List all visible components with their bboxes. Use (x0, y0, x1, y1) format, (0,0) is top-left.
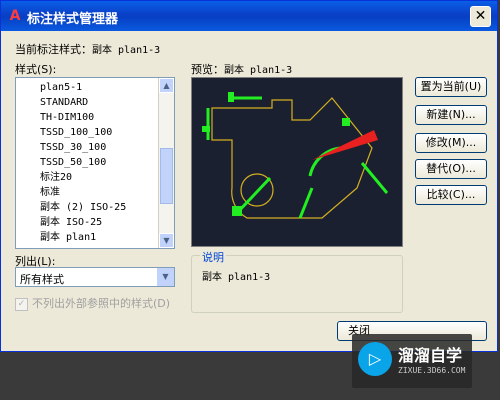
style-list-item[interactable]: STANDARD (40, 95, 174, 110)
set-current-button[interactable]: 置为当前(U) (415, 77, 487, 97)
description-group: 说明 副本 plan1-3 (191, 249, 403, 313)
new-style-button[interactable]: 新建(N)... (415, 105, 487, 125)
dimension-preview (191, 77, 403, 247)
watermark-url: ZIXUE.3D66.COM (398, 366, 466, 375)
style-list-item[interactable]: 副本 ISO-25 (40, 215, 174, 230)
override-style-button[interactable]: 替代(O)... (415, 159, 487, 179)
current-style-caption: 当前标注样式： (15, 43, 92, 56)
red-arrow-annotation (312, 130, 378, 160)
scroll-up-icon[interactable]: ▲ (159, 78, 174, 93)
exclude-xref-checkbox[interactable]: ✓ (15, 297, 28, 311)
exclude-xref-checkbox-row[interactable]: ✓ 不列出外部参照中的样式(D) (15, 295, 170, 311)
style-list-item[interactable]: plan5-1 (40, 80, 174, 95)
style-list-item[interactable]: 标准 (40, 185, 174, 200)
watermark-logo-icon: ▷ (358, 342, 392, 376)
style-list-item[interactable]: 副本 (2) ISO-25 (40, 200, 174, 215)
compare-styles-button[interactable]: 比较(C)... (415, 185, 487, 205)
style-list-item[interactable]: TSSD_100_100 (40, 125, 174, 140)
style-list-item[interactable]: 标注20 (40, 170, 174, 185)
scroll-down-icon[interactable]: ▼ (159, 233, 174, 248)
styles-label: 样式(S): (15, 63, 57, 76)
close-icon[interactable]: ✕ (470, 6, 491, 27)
styles-scrollbar[interactable]: ▲ ▼ (158, 78, 174, 248)
list-filter-value: 所有样式 (20, 273, 64, 286)
dimension-style-manager-dialog: A 标注样式管理器 ✕ 当前标注样式：副本 plan1-3 样式(S): pla… (0, 0, 498, 352)
current-style-value: 副本 plan1-3 (92, 45, 161, 56)
list-filter-select[interactable]: 所有样式 ▼ (15, 267, 175, 287)
style-list-item[interactable]: 副本 plan1 (40, 230, 174, 245)
modify-style-button[interactable]: 修改(M)... (415, 133, 487, 153)
watermark-badge: ▷ 溜溜自学 ZIXUE.3D66.COM (352, 334, 472, 388)
styles-list: plan5-1 STANDARD TH-DIM100 TSSD_100_100 TSSD… (16, 78, 174, 245)
preview-caption: 预览： (191, 63, 224, 76)
style-list-item[interactable]: TSSD_30_100 (40, 140, 174, 155)
title-bar[interactable]: A 标注样式管理器 ✕ (1, 1, 497, 31)
autocad-app-icon: A (9, 8, 21, 24)
current-style-label: 当前标注样式：副本 plan1-3 (15, 41, 160, 57)
style-list-item[interactable]: TH-DIM100 (40, 110, 174, 125)
preview-label: 预览：副本 plan1-3 (191, 61, 292, 77)
preview-geometry (211, 97, 373, 219)
style-list-item[interactable]: TSSD_50_100 (40, 155, 174, 170)
window-title: 标注样式管理器 (27, 12, 119, 27)
description-text: 副本 plan1-3 (202, 272, 271, 283)
description-legend: 说明 (200, 249, 226, 265)
exclude-xref-label: 不列出外部参照中的样式(D) (32, 297, 171, 310)
preview-style-name: 副本 plan1-3 (224, 65, 293, 76)
styles-listbox[interactable]: plan5-1 STANDARD TH-DIM100 TSSD_100_100 TSSD… (15, 77, 175, 249)
scroll-thumb[interactable] (160, 148, 173, 204)
preview-dimensions (206, 96, 389, 219)
chevron-down-icon[interactable]: ▼ (157, 268, 174, 286)
preview-drawing (202, 92, 389, 219)
watermark-name: 溜溜自学 (398, 346, 463, 365)
